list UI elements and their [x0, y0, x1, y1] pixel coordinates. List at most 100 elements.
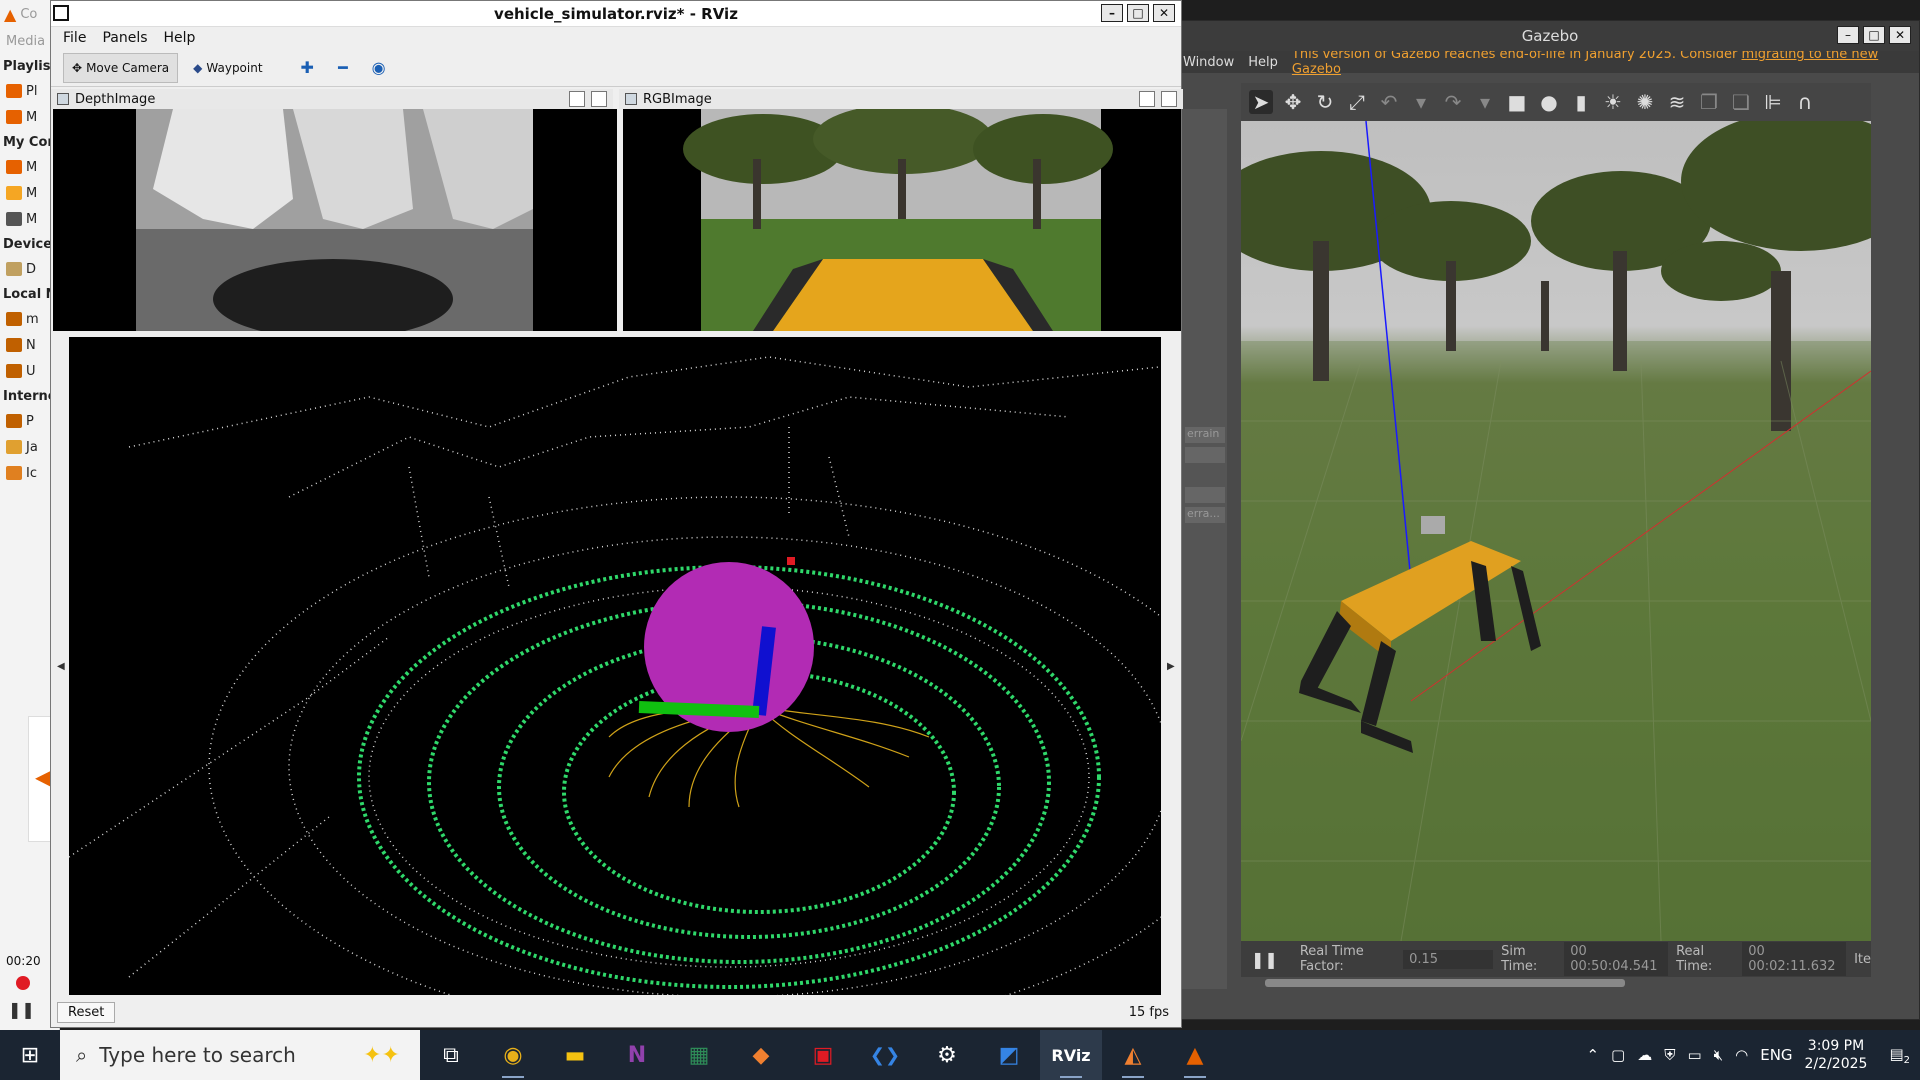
language-indicator[interactable]: ENG: [1760, 1046, 1792, 1064]
chevron-up-icon[interactable]: ⌃: [1586, 1046, 1599, 1064]
sphere-shape-icon[interactable]: ●: [1537, 90, 1561, 114]
maximize-button[interactable]: □: [1863, 26, 1885, 44]
window-icon: [53, 5, 69, 21]
pictures-icon: [6, 212, 22, 226]
rviz-3d-viewport[interactable]: [69, 337, 1161, 995]
left-slot[interactable]: erra...: [1185, 507, 1225, 523]
remote-desktop-icon[interactable]: ◩: [978, 1030, 1040, 1080]
menu-help[interactable]: Help: [164, 30, 196, 46]
image-icon: [625, 93, 637, 105]
float-button[interactable]: [569, 91, 585, 107]
redo-icon[interactable]: ↷: [1441, 90, 1465, 114]
left-dock-arrow[interactable]: ◀: [57, 661, 65, 672]
close-button[interactable]: ✕: [1889, 26, 1911, 44]
search-box[interactable]: ⌕ Type here to search ✦✦: [60, 1030, 420, 1080]
rtf-value: 0.15: [1403, 949, 1494, 969]
ros-icon[interactable]: ◭: [1102, 1030, 1164, 1080]
point-light-icon[interactable]: ☀: [1601, 90, 1625, 114]
horizontal-scrollbar[interactable]: [1265, 979, 1625, 987]
taskbar: ⊞ ⌕ Type here to search ✦✦ ⧉ ◉ ▬ N ▦ ◆ ▣…: [0, 1030, 1920, 1080]
settings-icon[interactable]: ⚙: [916, 1030, 978, 1080]
media-library-icon: [6, 110, 22, 124]
windows-start-icon[interactable]: ⊞: [0, 1030, 60, 1080]
scale-icon[interactable]: ⤢: [1345, 90, 1369, 114]
undo-icon[interactable]: ↶: [1377, 90, 1401, 114]
rviz-taskbar-icon[interactable]: RViz: [1040, 1030, 1102, 1080]
cylinder-shape-icon[interactable]: ▮: [1569, 90, 1593, 114]
z-axis-arrow: [752, 626, 776, 716]
rviz-titlebar: vehicle_simulator.rviz* - RViz – □ ✕: [51, 1, 1181, 27]
onenote-icon[interactable]: N: [606, 1030, 668, 1080]
add-tool-button[interactable]: ✚: [292, 53, 323, 83]
vlc-sidebar-item-label: N: [26, 337, 36, 353]
left-slot[interactable]: errain: [1185, 427, 1225, 443]
paste-icon[interactable]: ❏: [1729, 90, 1753, 114]
system-tray: ⌃ ▢ ☁ ⛨ ▭ 🔇︎ ◠ ENG 3:09 PM 2/2/2025 ▤2: [1586, 1030, 1920, 1080]
maximize-button[interactable]: □: [1127, 4, 1149, 22]
right-dock-arrow[interactable]: ▶: [1167, 661, 1175, 672]
sim-time-label: Sim Time:: [1501, 944, 1538, 974]
remove-tool-button[interactable]: ━: [329, 53, 357, 83]
search-highlight-icon: ✦✦: [363, 1042, 400, 1068]
rotate-icon[interactable]: ↻: [1313, 90, 1337, 114]
vlc-taskbar-icon[interactable]: ▲: [1164, 1030, 1226, 1080]
waypoint-marker: [787, 557, 795, 565]
close-button[interactable]: ✕: [1153, 4, 1175, 22]
left-slot[interactable]: [1185, 487, 1225, 503]
wifi-icon[interactable]: ◠: [1735, 1046, 1748, 1064]
menu-window[interactable]: Window: [1183, 55, 1234, 70]
close-panel-button[interactable]: [1161, 91, 1177, 107]
gazebo-left-panel: errain erra...: [1181, 109, 1227, 989]
menu-file[interactable]: File: [63, 30, 86, 46]
file-explorer-icon[interactable]: ▬: [544, 1030, 606, 1080]
camera-type-button[interactable]: ◉: [363, 53, 395, 83]
menu-panels[interactable]: Panels: [102, 30, 147, 46]
vlc-sidebar-item-label: M: [26, 211, 38, 227]
snap-icon[interactable]: ∩: [1793, 90, 1817, 114]
vlc-sidebar-item-label: M: [26, 159, 38, 175]
left-slot[interactable]: [1185, 447, 1225, 463]
chevron-down-icon[interactable]: ▾: [1473, 90, 1497, 114]
box-shape-icon[interactable]: ■: [1505, 90, 1529, 114]
notifications-icon[interactable]: ▤2: [1889, 1045, 1910, 1066]
vlc-sidebar-item-label: Ja: [26, 439, 38, 455]
spot-light-icon[interactable]: ✺: [1633, 90, 1657, 114]
record-icon[interactable]: [16, 976, 30, 990]
gazebo-3d-view[interactable]: [1241, 121, 1871, 941]
translate-icon[interactable]: ✥: [1281, 90, 1305, 114]
office-icon[interactable]: ▣: [792, 1030, 854, 1080]
close-panel-button[interactable]: [591, 91, 607, 107]
image-icon: [57, 93, 69, 105]
minimize-button[interactable]: –: [1837, 26, 1859, 44]
menu-help[interactable]: Help: [1248, 55, 1278, 70]
chrome-icon[interactable]: ◉: [482, 1030, 544, 1080]
battery-icon[interactable]: ▭: [1687, 1046, 1701, 1064]
minimize-button[interactable]: –: [1101, 4, 1123, 22]
onedrive-icon[interactable]: ☁: [1637, 1046, 1652, 1064]
copy-icon[interactable]: ❐: [1697, 90, 1721, 114]
float-button[interactable]: [1139, 91, 1155, 107]
pause-icon[interactable]: ❚❚: [1251, 950, 1278, 969]
waypoint-label: Waypoint: [206, 60, 263, 75]
clock[interactable]: 3:09 PM 2/2/2025: [1805, 1037, 1868, 1073]
align-icon[interactable]: ⊫: [1761, 90, 1785, 114]
vlc-title: Co: [20, 6, 38, 22]
select-arrow-icon[interactable]: ➤: [1249, 90, 1273, 114]
chevron-down-icon[interactable]: ▾: [1409, 90, 1433, 114]
pause-icon[interactable]: ❚❚: [8, 1000, 35, 1019]
move-camera-button[interactable]: ✥ Move Camera: [63, 52, 179, 83]
task-view-icon[interactable]: ⧉: [420, 1030, 482, 1080]
volume-muted-icon[interactable]: 🔇︎: [1714, 1046, 1723, 1064]
real-time-value: 00 00:02:11.632: [1742, 942, 1847, 976]
vlc-sidebar-item-label: M: [26, 109, 38, 125]
spreadsheet-icon[interactable]: ▦: [668, 1030, 730, 1080]
git-icon[interactable]: ◆: [730, 1030, 792, 1080]
directional-light-icon[interactable]: ≋: [1665, 90, 1689, 114]
icecast-icon: [6, 466, 22, 480]
move-camera-label: Move Camera: [86, 60, 170, 75]
waypoint-button[interactable]: ◆ Waypoint: [184, 53, 271, 83]
camera-icon[interactable]: ▢: [1611, 1046, 1625, 1064]
shield-icon[interactable]: ⛨: [1664, 1046, 1675, 1064]
reset-button[interactable]: Reset: [57, 1001, 116, 1023]
vscode-icon[interactable]: ❮❯: [854, 1030, 916, 1080]
